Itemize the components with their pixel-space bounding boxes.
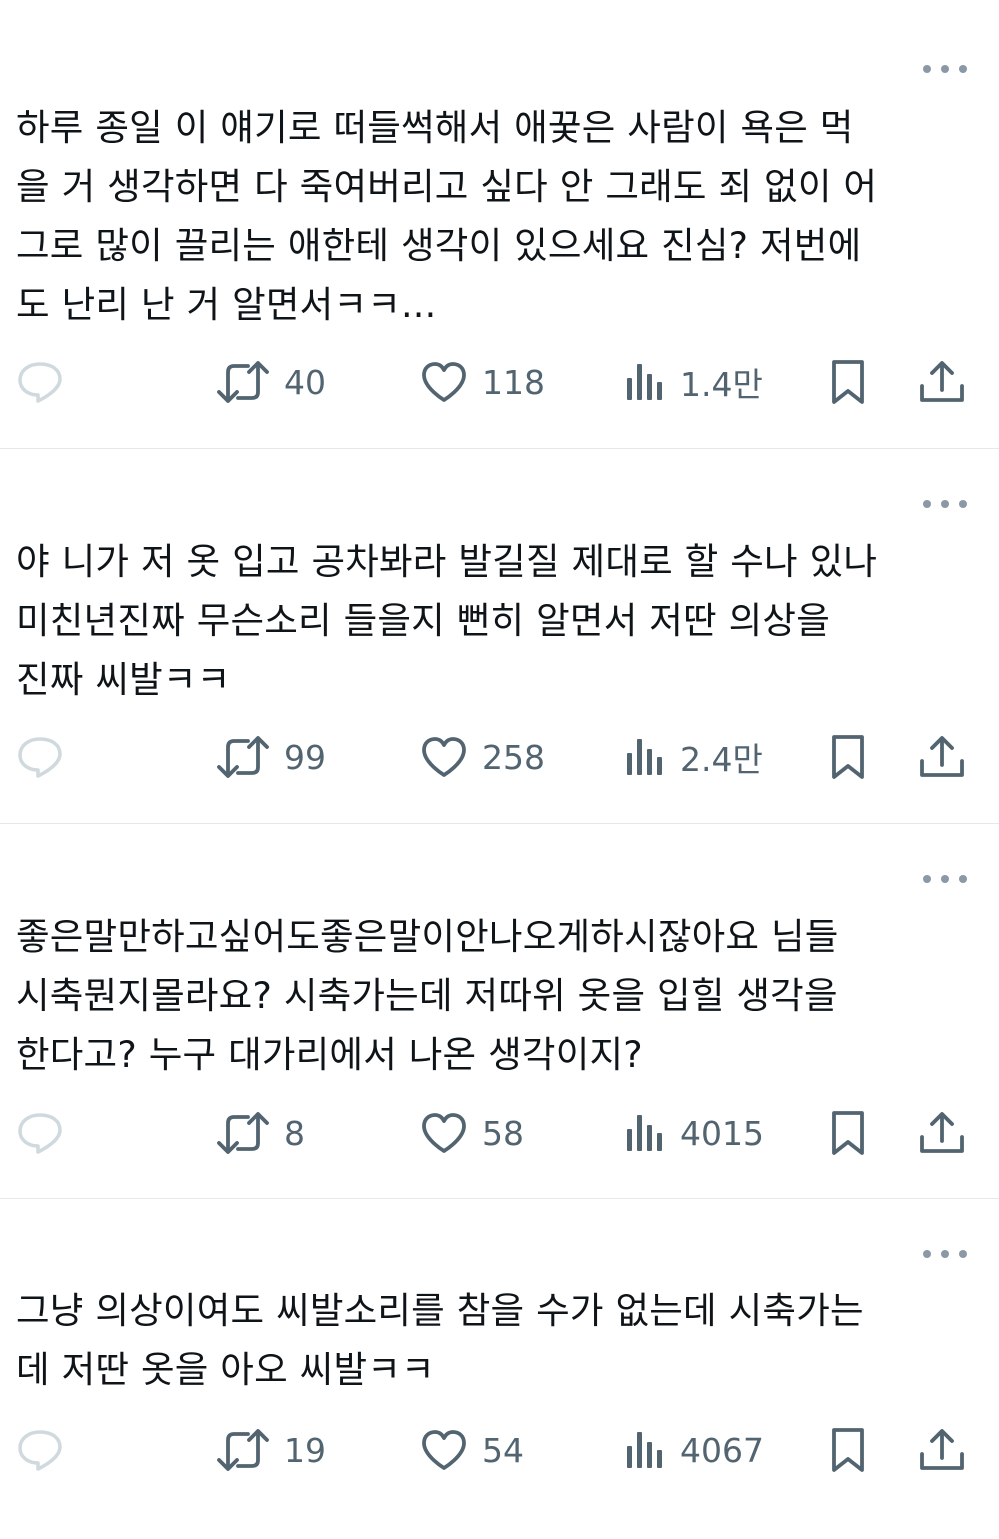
retweet-button[interactable]: 8 — [216, 1111, 305, 1155]
retweet-count: 40 — [284, 362, 326, 402]
bookmark-button[interactable] — [826, 1111, 870, 1155]
retweet-icon — [217, 1429, 269, 1471]
more-options-button[interactable] — [923, 59, 967, 79]
more-options-button[interactable] — [923, 494, 967, 514]
reply-button[interactable] — [16, 735, 64, 779]
reply-button[interactable] — [16, 1111, 64, 1155]
heart-icon — [422, 737, 466, 777]
tweet-4[interactable]: 그냥 의상이여도 씨발소리를 참을 수가 없는데 시축가는 데 저딴 옷을 아오… — [0, 1199, 999, 1539]
share-button[interactable] — [918, 1428, 966, 1472]
retweet-button[interactable]: 19 — [216, 1428, 326, 1472]
more-dots-icon — [923, 1250, 931, 1258]
retweet-button[interactable]: 99 — [216, 735, 326, 779]
share-button[interactable] — [918, 360, 966, 404]
share-button[interactable] — [918, 735, 966, 779]
reply-button[interactable] — [16, 360, 64, 404]
bookmark-icon — [832, 735, 864, 779]
tweet-3[interactable]: 좋은말만하고싶어도좋은말이안나오게하시잖아요 님들 시축뭔지몰라요? 시축가는데… — [0, 824, 999, 1199]
tweet-text: 그냥 의상이여도 씨발소리를 참을 수가 없는데 시축가는 데 저딴 옷을 아오… — [16, 1289, 864, 1391]
like-count: 258 — [482, 737, 545, 777]
views-bar-chart-icon — [627, 364, 662, 400]
views-button[interactable]: 2.4만 — [624, 735, 763, 779]
bookmark-button[interactable] — [826, 1428, 870, 1472]
share-icon — [920, 736, 964, 777]
retweet-icon — [217, 361, 269, 403]
like-count: 58 — [482, 1113, 524, 1153]
reply-feed: 하루 종일 이 얘기로 떠들썩해서 애꿎은 사람이 욕은 먹 을 거 생각하면 … — [0, 0, 999, 1539]
more-dots-icon — [923, 875, 931, 883]
bookmark-icon — [832, 1428, 864, 1472]
views-count: 4015 — [680, 1113, 764, 1153]
reply-icon — [18, 362, 62, 403]
like-count: 118 — [482, 362, 545, 402]
tweet-1[interactable]: 하루 종일 이 얘기로 떠들썩해서 애꿎은 사람이 욕은 먹 을 거 생각하면 … — [0, 0, 999, 449]
share-icon — [920, 361, 964, 402]
tweet-text: 야 니가 저 옷 입고 공차봐라 발길질 제대로 할 수나 있나 미친년진짜 무… — [16, 540, 878, 701]
views-bar-chart-icon — [627, 1432, 662, 1468]
share-icon — [920, 1112, 964, 1153]
views-bar-chart-icon — [627, 1115, 662, 1151]
bookmark-icon — [832, 360, 864, 404]
reply-icon — [18, 737, 62, 778]
tweet-text: 하루 종일 이 얘기로 떠들썩해서 애꿎은 사람이 욕은 먹 을 거 생각하면 … — [16, 106, 878, 326]
bookmark-icon — [832, 1111, 864, 1155]
views-bar-chart-icon — [627, 739, 662, 775]
heart-icon — [422, 1430, 466, 1470]
views-button[interactable]: 1.4만 — [624, 360, 763, 404]
heart-icon — [422, 1113, 466, 1153]
more-options-button[interactable] — [923, 869, 967, 889]
views-count: 1.4만 — [680, 365, 763, 404]
views-count: 2.4만 — [680, 740, 763, 779]
reply-icon — [18, 1113, 62, 1154]
like-count: 54 — [482, 1430, 524, 1470]
like-button[interactable]: 258 — [420, 735, 545, 779]
more-options-button[interactable] — [923, 1244, 967, 1264]
like-button[interactable]: 54 — [420, 1428, 524, 1472]
views-button[interactable]: 4067 — [624, 1428, 764, 1472]
share-button[interactable] — [918, 1111, 966, 1155]
more-dots-icon — [923, 500, 931, 508]
retweet-button[interactable]: 40 — [216, 360, 326, 404]
views-count: 4067 — [680, 1430, 764, 1470]
views-button[interactable]: 4015 — [624, 1111, 764, 1155]
like-button[interactable]: 58 — [420, 1111, 524, 1155]
heart-icon — [422, 362, 466, 402]
bookmark-button[interactable] — [826, 360, 870, 404]
retweet-count: 99 — [284, 737, 326, 777]
retweet-count: 8 — [284, 1113, 305, 1153]
retweet-icon — [217, 736, 269, 778]
bookmark-button[interactable] — [826, 735, 870, 779]
share-icon — [920, 1429, 964, 1470]
retweet-icon — [217, 1112, 269, 1154]
reply-icon — [18, 1430, 62, 1471]
retweet-count: 19 — [284, 1430, 326, 1470]
tweet-2[interactable]: 야 니가 저 옷 입고 공차봐라 발길질 제대로 할 수나 있나 미친년진짜 무… — [0, 449, 999, 824]
reply-button[interactable] — [16, 1428, 64, 1472]
tweet-text: 좋은말만하고싶어도좋은말이안나오게하시잖아요 님들 시축뭔지몰라요? 시축가는데… — [16, 915, 839, 1076]
like-button[interactable]: 118 — [420, 360, 545, 404]
more-dots-icon — [923, 65, 931, 73]
